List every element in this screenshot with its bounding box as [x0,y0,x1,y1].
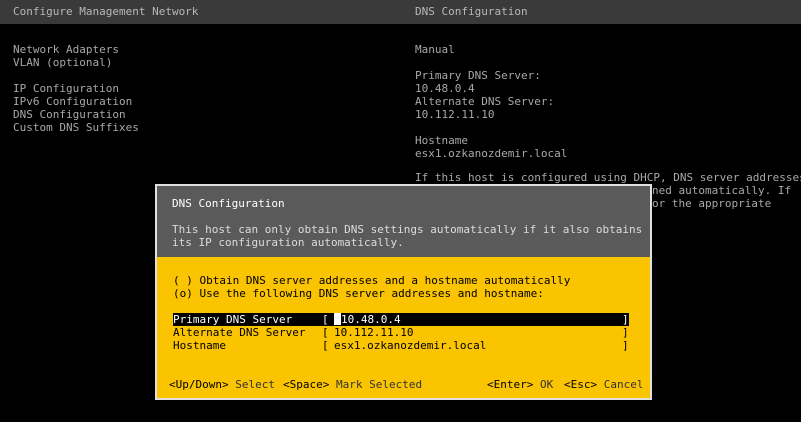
hostname-value: esx1.ozkanozdemir.local [415,147,568,160]
text-cursor [334,313,341,325]
alternate-dns-open-bracket: [ [322,326,329,339]
dns-configuration-dialog: DNS Configuration This host can only obt… [155,184,652,400]
option-manual-dns[interactable]: (o) Use the following DNS server address… [173,287,544,300]
primary-dns-input[interactable]: 10.48.0.4 [334,313,401,326]
menu-item-ipv6-configuration[interactable]: IPv6 Configuration [13,95,132,108]
header-right-title: DNS Configuration [415,5,528,18]
alternate-dns-label: Alternate DNS Server: [415,95,555,108]
option-auto-dns[interactable]: ( ) Obtain DNS server addresses and a ho… [173,274,570,287]
footer-ok-button[interactable]: <Enter> OK [487,378,553,391]
primary-dns-close-bracket: ] [622,313,629,326]
primary-dns-label: Primary DNS Server: [415,69,541,82]
menu-item-dns-configuration[interactable]: DNS Configuration [13,108,126,121]
dialog-description-line2: its IP configuration automatically. [172,236,404,249]
hostname-open-bracket: [ [322,339,329,352]
dhcp-note-line3: or the appropriate [652,197,772,210]
hostname-field-label: Hostname [173,339,226,352]
dhcp-note-line2: ned automatically. If [652,184,792,197]
hostname-close-bracket: ] [622,339,629,352]
dialog-description-line1: This host can only obtain DNS settings a… [172,223,643,236]
header-bar: Configure Management Network DNS Configu… [0,0,801,24]
dialog-header: DNS Configuration This host can only obt… [157,186,650,257]
footer-mark-selected-hint[interactable]: <Space> Mark Selected [283,378,422,391]
alternate-dns-close-bracket: ] [622,326,629,339]
alternate-dns-input[interactable]: 10.112.11.10 [334,326,413,339]
primary-dns-value: 10.48.0.4 [415,82,475,95]
menu-item-vlan[interactable]: VLAN (optional) [13,56,112,69]
menu-item-ip-configuration[interactable]: IP Configuration [13,82,119,95]
header-left-title: Configure Management Network [13,5,199,18]
dns-mode: Manual [415,43,455,56]
primary-dns-open-bracket: [ [322,313,329,326]
menu-item-custom-dns-suffixes[interactable]: Custom DNS Suffixes [13,121,139,134]
alternate-dns-field-label: Alternate DNS Server [173,326,306,339]
footer-select-hint[interactable]: <Up/Down> Select [169,378,275,391]
hostname-label: Hostname [415,134,468,147]
dialog-title: DNS Configuration [172,197,285,210]
alternate-dns-value: 10.112.11.10 [415,108,495,121]
footer-cancel-button[interactable]: <Esc> Cancel [564,378,644,391]
primary-dns-field-label: Primary DNS Server [173,313,293,326]
dhcp-note-line1: If this host is configured using DHCP, D… [415,171,801,184]
menu-item-network-adapters[interactable]: Network Adapters [13,43,119,56]
hostname-input[interactable]: esx1.ozkanozdemir.local [334,339,486,352]
